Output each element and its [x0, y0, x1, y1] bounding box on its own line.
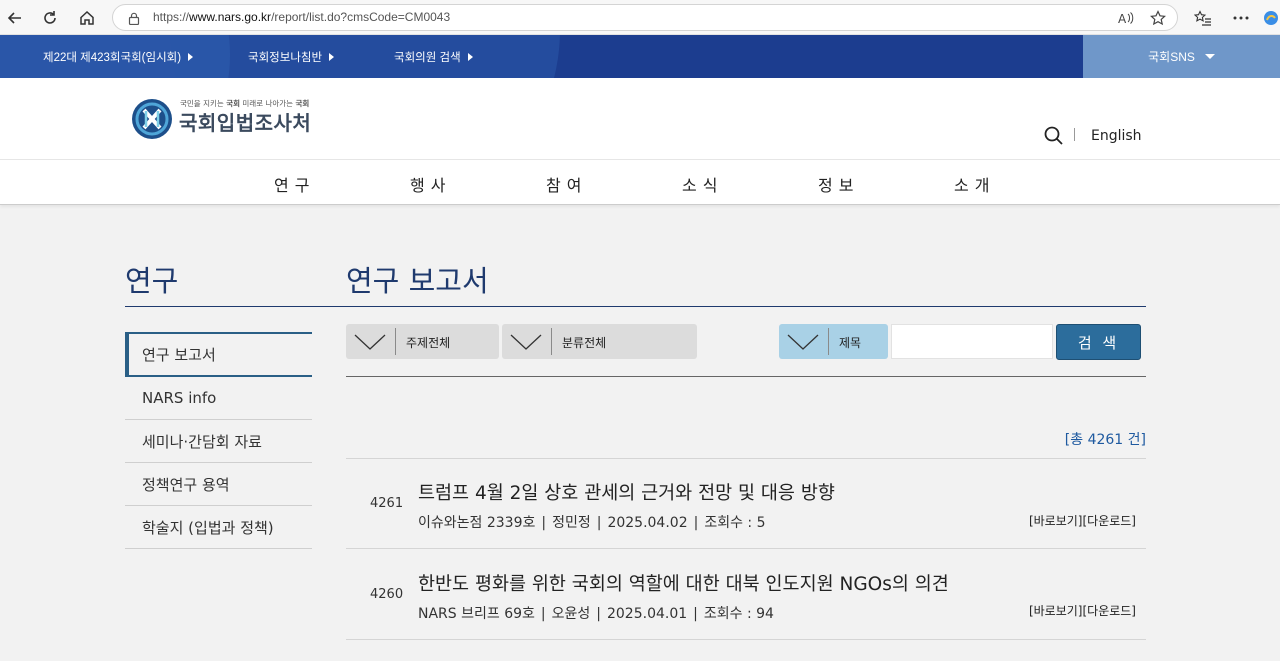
gnb-item-information[interactable]: 정보 — [818, 172, 859, 196]
total-count: [총 4261 건] — [1064, 432, 1146, 448]
site-logo-text[interactable]: 국회입법조사처 — [179, 107, 311, 136]
row-actions: [바로보기][다운로드] — [1029, 512, 1136, 529]
topic-select[interactable]: 주제전체 — [346, 324, 499, 359]
gnb-item-participation[interactable]: 참여 — [546, 172, 587, 196]
svg-text:A: A — [1118, 12, 1127, 25]
url-text: https://www.nars.go.kr/report/list.do?cm… — [153, 10, 451, 24]
nars-emblem-icon[interactable] — [131, 98, 173, 140]
favorites-list-icon[interactable] — [1190, 5, 1216, 31]
decor-arc — [170, 35, 560, 78]
more-icon[interactable] — [1228, 5, 1254, 31]
gnb-item-about[interactable]: 소개 — [954, 172, 995, 196]
list-divider — [346, 548, 1146, 549]
main-navigation: 연구 행사 참여 소식 정보 소개 — [0, 160, 1280, 205]
select-divider — [395, 328, 396, 355]
reload-icon[interactable] — [37, 5, 63, 31]
search-field-select-value: 제목 — [839, 336, 862, 350]
download-link[interactable]: [다운로드] — [1082, 514, 1136, 528]
favorite-star-icon[interactable] — [1149, 9, 1167, 27]
row-actions: [바로보기][다운로드] — [1029, 602, 1136, 619]
sidebar-item-journal[interactable]: 학술지 (입법과 정책) — [125, 506, 312, 549]
caret-right-icon — [467, 53, 473, 61]
filter-divider — [346, 376, 1146, 377]
topbar-link-member-search[interactable]: 국회의원 검색 — [394, 49, 473, 65]
sidebar-menu: 연구 보고서 NARS info 세미나·간담회 자료 정책연구 용역 학술지 … — [125, 332, 312, 549]
chevron-down-icon — [787, 334, 819, 350]
topbar-link-session[interactable]: 제22대 제423회국회(임시회) — [43, 49, 194, 65]
chevron-down-icon — [510, 334, 542, 350]
gnb-item-news[interactable]: 소식 — [682, 172, 723, 196]
category-select[interactable]: 분류전체 — [502, 324, 697, 359]
view-link[interactable]: [바로보기] — [1029, 604, 1083, 618]
select-divider — [551, 328, 552, 355]
address-bar[interactable]: https://www.nars.go.kr/report/list.do?cm… — [112, 4, 1178, 31]
sidebar-item-nars-info[interactable]: NARS info — [125, 377, 312, 420]
sidebar-item-research-reports[interactable]: 연구 보고서 — [125, 332, 312, 377]
row-number: 4260 — [370, 587, 404, 602]
download-link[interactable]: [다운로드] — [1082, 604, 1136, 618]
home-icon[interactable] — [74, 5, 100, 31]
header-divider — [1074, 128, 1075, 141]
utility-bar: 제22대 제423회국회(임시회) 국회정보나침반 국회의원 검색 국회SNS — [0, 35, 1280, 78]
search-input[interactable] — [891, 324, 1053, 359]
gnb-item-events[interactable]: 행사 — [410, 172, 451, 196]
topic-select-value: 주제전체 — [406, 336, 451, 350]
row-meta: NARS 브리프 69호 | 오윤성 | 2025.04.01 | 조회수 : 94 — [418, 606, 774, 622]
title-divider — [125, 306, 1146, 307]
caret-down-icon — [1204, 54, 1215, 59]
row-meta: 이슈와논점 2339호 | 정민정 | 2025.04.02 | 조회수 : 5 — [418, 515, 766, 531]
caret-right-icon — [329, 53, 335, 61]
search-icon[interactable] — [1044, 126, 1063, 145]
back-icon[interactable] — [2, 5, 28, 31]
topbar-link-compass[interactable]: 국회정보나침반 — [248, 49, 335, 65]
page-title: 연구 보고서 — [346, 264, 489, 298]
sidebar-title: 연구 — [125, 264, 179, 298]
sidebar-item-seminar-materials[interactable]: 세미나·간담회 자료 — [125, 420, 312, 463]
site-header: 국민을 지키는 국회 미래로 나아가는 국회 국회입법조사처 English — [0, 78, 1280, 160]
chevron-down-icon — [354, 334, 386, 350]
select-divider — [828, 328, 829, 355]
view-link[interactable]: [바로보기] — [1029, 514, 1083, 528]
sns-dropdown[interactable]: 국회SNS — [1083, 35, 1280, 78]
browser-toolbar: https://www.nars.go.kr/report/list.do?cm… — [0, 0, 1280, 35]
row-title[interactable]: 트럼프 4월 2일 상호 관세의 근거와 전망 및 대응 방향 — [418, 479, 835, 505]
row-number: 4261 — [370, 496, 404, 511]
sidebar-item-policy-research[interactable]: 정책연구 용역 — [125, 463, 312, 506]
lock-icon[interactable] — [125, 9, 143, 27]
row-title[interactable]: 한반도 평화를 위한 국회의 역할에 대한 대북 인도지원 NGOs의 의견 — [418, 570, 949, 596]
list-divider — [346, 458, 1146, 459]
copilot-icon[interactable] — [1262, 5, 1280, 31]
category-select-value: 분류전체 — [562, 336, 607, 350]
list-divider — [346, 639, 1146, 640]
read-aloud-icon[interactable]: A — [1117, 9, 1135, 27]
search-field-select[interactable]: 제목 — [779, 324, 888, 359]
english-link[interactable]: English — [1091, 128, 1142, 144]
gnb-item-research[interactable]: 연구 — [274, 172, 315, 196]
search-button[interactable]: 검 색 — [1056, 324, 1141, 360]
caret-right-icon — [188, 53, 194, 61]
